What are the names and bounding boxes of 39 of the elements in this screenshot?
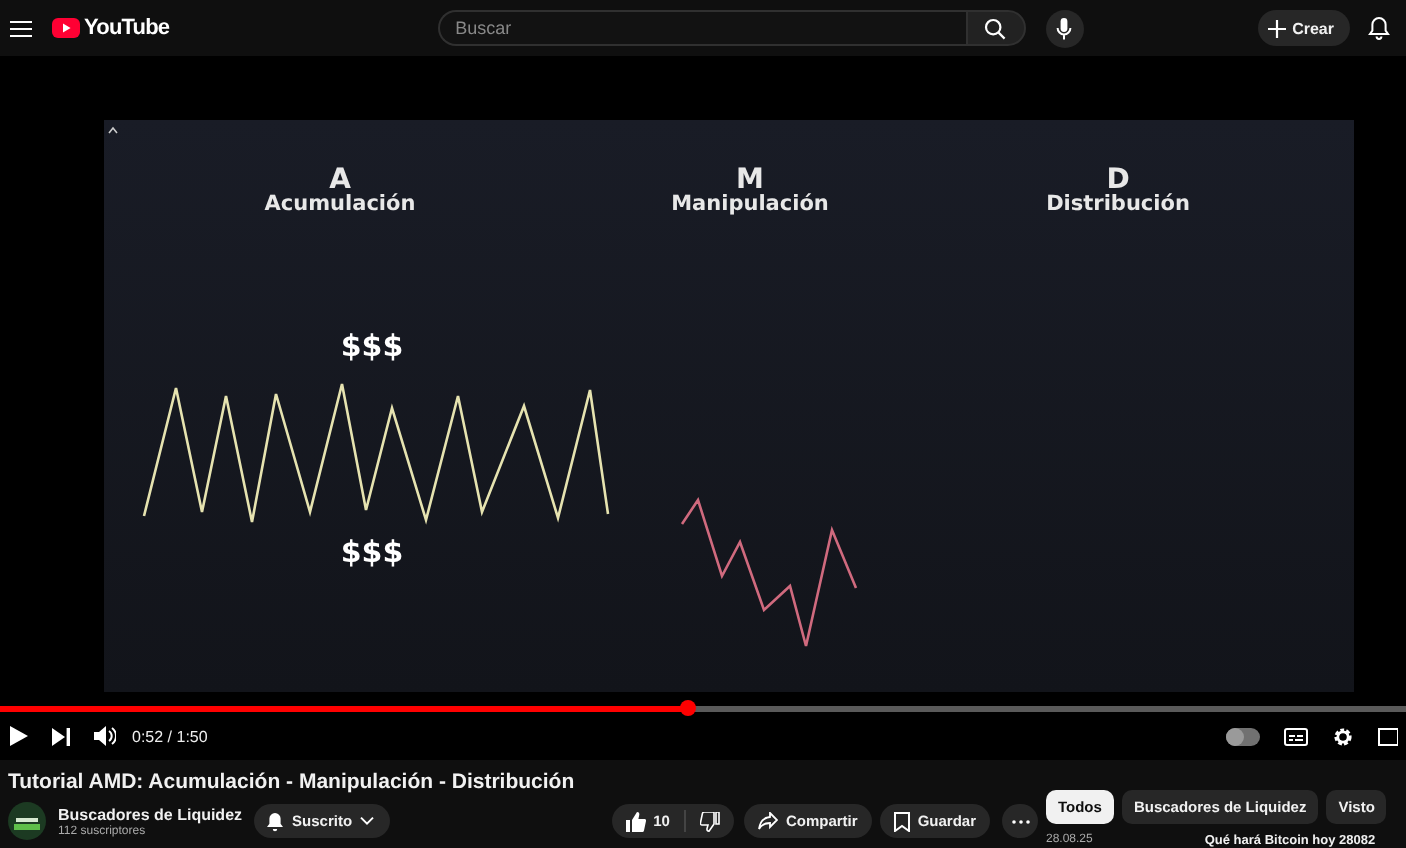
next-icon[interactable] <box>52 727 70 745</box>
microphone-icon <box>1056 17 1073 39</box>
slide-heading: M <box>736 164 764 196</box>
chevron-down-icon <box>360 816 375 826</box>
search-field[interactable]: Buscar <box>437 10 966 46</box>
slide-heading: D <box>1106 164 1130 196</box>
price-label: $$$ <box>338 328 406 364</box>
caret-icon <box>108 126 118 134</box>
volume-icon[interactable] <box>94 726 116 746</box>
share-arrow-icon <box>757 812 778 830</box>
plus-icon <box>1268 19 1287 37</box>
microphone-button[interactable] <box>1045 9 1084 47</box>
slide-label: Acumulación <box>262 192 418 218</box>
bell-icon <box>266 811 285 831</box>
settings-icon[interactable] <box>1332 725 1354 747</box>
search-button[interactable] <box>965 10 1026 46</box>
slide-heading: A <box>329 164 351 196</box>
channel-avatar[interactable] <box>8 802 46 840</box>
slide-label: Distribución <box>1044 192 1192 218</box>
thumbs-up-icon <box>625 811 646 831</box>
create-button[interactable]: Crear <box>1258 10 1350 46</box>
play-icon[interactable] <box>10 726 28 746</box>
menu-icon[interactable] <box>10 19 32 37</box>
video-title: Tutorial AMD: Acumulación - Manipulación - Distribución <box>8 768 577 796</box>
bookmark-icon <box>893 811 910 831</box>
progress-handle[interactable] <box>680 700 697 716</box>
bell-icon[interactable] <box>1368 16 1390 40</box>
video-time: 0:52 / 1:50 <box>132 727 208 745</box>
thumbs-down-icon <box>699 811 720 831</box>
price-label: $$$ <box>338 534 406 570</box>
logo-text[interactable]: YouTube <box>84 16 170 40</box>
subtitles-icon[interactable] <box>1284 727 1308 745</box>
more-button[interactable] <box>1002 804 1038 838</box>
channel-name[interactable]: Buscadores de Liquidez <box>58 805 243 823</box>
logo-icon[interactable] <box>52 18 80 38</box>
search-icon <box>984 17 1007 39</box>
slide-label: Manipulación <box>669 192 831 218</box>
autoplay-toggle[interactable] <box>1226 727 1260 745</box>
theater-mode-icon[interactable] <box>1378 727 1398 745</box>
